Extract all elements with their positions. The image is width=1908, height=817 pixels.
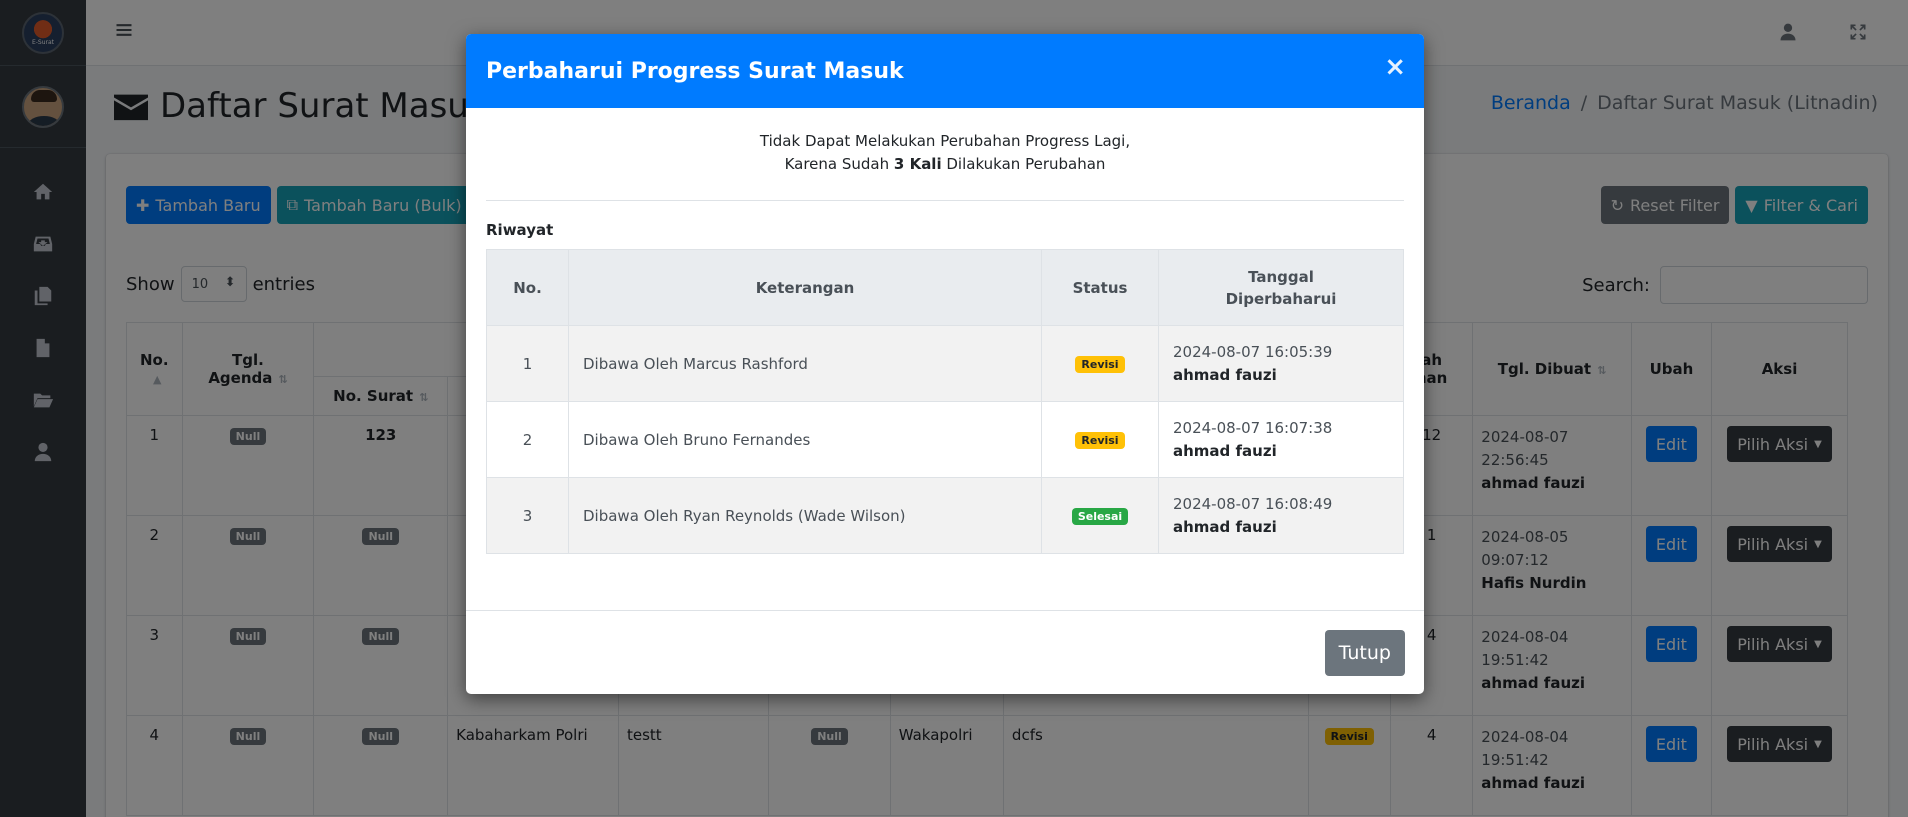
modal-body: Tidak Dapat Melakukan Perubahan Progress… [466,108,1424,554]
hist-col-tanggal: Tanggal Diperbaharui [1158,249,1404,326]
notice-line-2-pre: Karena Sudah [784,155,894,173]
progress-modal: Perbaharui Progress Surat Masuk × Tidak … [466,34,1424,694]
history-status: Revisi [1041,401,1159,478]
history-no: 3 [486,477,569,554]
riwayat-heading: Riwayat [486,221,554,239]
history-tanggal: 2024-08-07 16:05:39 ahmad fauzi [1158,325,1404,402]
history-by: ahmad fauzi [1173,441,1277,460]
tutup-button[interactable]: Tutup [1324,630,1405,676]
status-badge: Revisi [1075,356,1125,373]
divider [486,200,1404,201]
notice-text: Tidak Dapat Melakukan Perubahan Progress… [486,128,1404,176]
history-tanggal: 2024-08-07 16:08:49 ahmad fauzi [1158,477,1404,554]
history-keterangan: Dibawa Oleh Ryan Reynolds (Wade Wilson) [568,477,1042,554]
history-status: Revisi [1041,325,1159,402]
notice-line-2-post: Dilakukan Perubahan [941,155,1106,173]
status-badge: Selesai [1071,508,1129,525]
history-datetime: 2024-08-07 16:07:38 [1173,418,1333,437]
hist-col-tanggal-line-2: Diperbaharui [1225,289,1337,308]
history-row: 2 Dibawa Oleh Bruno Fernandes Revisi 2024-0… [486,401,1404,478]
history-datetime: 2024-08-07 16:05:39 [1173,342,1333,361]
history-no: 2 [486,401,569,478]
history-keterangan: Dibawa Oleh Marcus Rashford [568,325,1042,402]
hist-col-no: No. [486,249,569,326]
notice-count: 3 Kali [893,155,942,173]
history-table: No. Keterangan Status Tanggal Diperbaharu… [486,249,1404,554]
history-by: ahmad fauzi [1173,517,1277,536]
hist-col-tanggal-line-1: Tanggal [1248,267,1314,286]
hist-col-status: Status [1041,249,1159,326]
modal-footer: Tutup [466,610,1424,694]
modal-header: Perbaharui Progress Surat Masuk × [466,34,1424,108]
history-status: Selesai [1041,477,1159,554]
history-tanggal: 2024-08-07 16:07:38 ahmad fauzi [1158,401,1404,478]
close-icon[interactable]: × [1384,54,1406,80]
status-badge: Revisi [1075,432,1125,449]
history-row: 1 Dibawa Oleh Marcus Rashford Revisi 2024-0… [486,325,1404,402]
hist-col-keterangan: Keterangan [568,249,1042,326]
history-keterangan: Dibawa Oleh Bruno Fernandes [568,401,1042,478]
notice-line-1: Tidak Dapat Melakukan Perubahan Progress… [759,132,1131,150]
modal-title: Perbaharui Progress Surat Masuk [486,58,904,84]
history-by: ahmad fauzi [1173,365,1277,384]
history-datetime: 2024-08-07 16:08:49 [1173,494,1333,513]
history-no: 1 [486,325,569,402]
history-row: 3 Dibawa Oleh Ryan Reynolds (Wade Wilson)… [486,477,1404,554]
